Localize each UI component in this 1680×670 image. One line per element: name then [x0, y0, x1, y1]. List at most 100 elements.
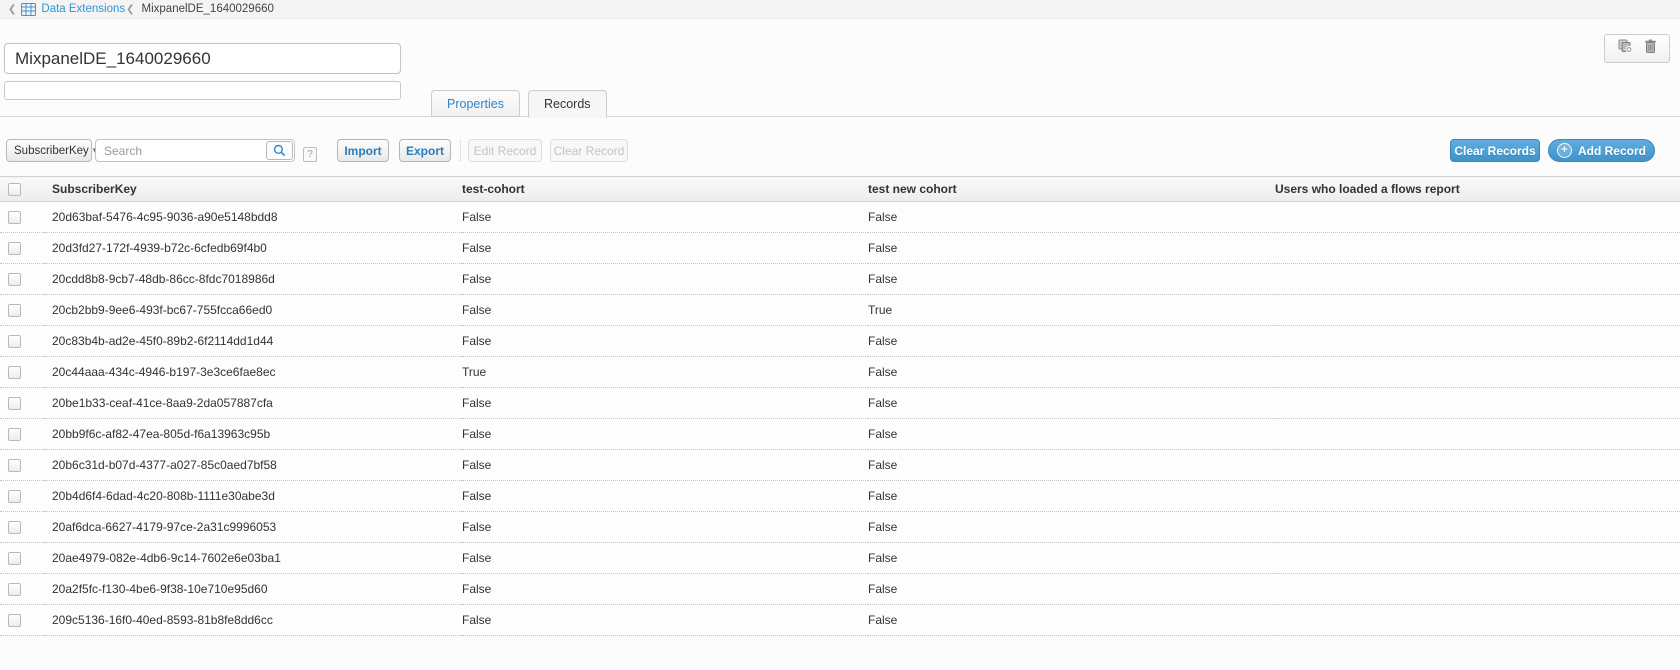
search-button[interactable]: [266, 141, 293, 160]
cell-flows-report: [1275, 450, 1680, 481]
cell-test-new-cohort: False: [868, 264, 1275, 295]
row-checkbox[interactable]: [8, 490, 21, 503]
row-checkbox[interactable]: [8, 242, 21, 255]
cell-subscriber-key: 20b6c31d-b07d-4377-a027-85c0aed7bf58: [44, 450, 462, 481]
cell-test-cohort: False: [462, 326, 868, 357]
data-extension-grid-icon: [21, 3, 36, 16]
cell-test-new-cohort: False: [868, 388, 1275, 419]
column-header-test-new-cohort: test new cohort: [868, 177, 1275, 202]
table-row[interactable]: 20b4d6f4-6dad-4c20-808b-1111e30abe3d Fal…: [0, 481, 1680, 512]
cell-subscriber-key: 20bb9f6c-af82-47ea-805d-f6a13963c95b: [44, 419, 462, 450]
cell-flows-report: [1275, 388, 1680, 419]
table-row[interactable]: 20cb2bb9-9ee6-493f-bc67-755fcca66ed0 Fal…: [0, 295, 1680, 326]
cell-flows-report: [1275, 264, 1680, 295]
cell-flows-report: [1275, 357, 1680, 388]
cell-subscriber-key: 20af6dca-6627-4179-97ce-2a31c9996053: [44, 512, 462, 543]
cell-test-new-cohort: False: [868, 574, 1275, 605]
cell-test-cohort: False: [462, 605, 868, 636]
extension-name-input[interactable]: [4, 43, 401, 74]
plus-icon: +: [1557, 143, 1572, 158]
cell-test-cohort: False: [462, 295, 868, 326]
cell-subscriber-key: 20d63baf-5476-4c95-9036-a90e5148bdd8: [44, 202, 462, 233]
column-header-flows-report: Users who loaded a flows report: [1275, 177, 1680, 202]
table-row[interactable]: 20ae4979-082e-4db6-9c14-7602e6e03ba1 Fal…: [0, 543, 1680, 574]
export-button[interactable]: Export: [399, 139, 451, 162]
tab-properties[interactable]: Properties: [431, 90, 520, 117]
records-table: SubscriberKey test-cohort test new cohor…: [0, 176, 1680, 636]
row-checkbox[interactable]: [8, 552, 21, 565]
row-checkbox[interactable]: [8, 459, 21, 472]
table-row[interactable]: 20a2f5fc-f130-4be6-9f38-10e710e95d60 Fal…: [0, 574, 1680, 605]
cell-test-cohort: False: [462, 264, 868, 295]
cell-flows-report: [1275, 481, 1680, 512]
cell-test-new-cohort: False: [868, 481, 1275, 512]
cell-test-cohort: False: [462, 574, 868, 605]
cell-test-new-cohort: False: [868, 512, 1275, 543]
table-row[interactable]: 20d63baf-5476-4c95-9036-a90e5148bdd8 Fal…: [0, 202, 1680, 233]
cell-test-new-cohort: False: [868, 543, 1275, 574]
row-checkbox[interactable]: [8, 583, 21, 596]
records-table-body: 20d63baf-5476-4c95-9036-a90e5148bdd8 Fal…: [0, 202, 1680, 636]
cell-flows-report: [1275, 543, 1680, 574]
cell-subscriber-key: 20c83b4b-ad2e-45f0-89b2-6f2114dd1d44: [44, 326, 462, 357]
row-checkbox[interactable]: [8, 614, 21, 627]
cell-test-new-cohort: False: [868, 419, 1275, 450]
cell-test-new-cohort: True: [868, 295, 1275, 326]
cell-subscriber-key: 20cdd8b8-9cb7-48db-86cc-8fdc7018986d: [44, 264, 462, 295]
row-checkbox[interactable]: [8, 366, 21, 379]
search-icon: [273, 144, 286, 157]
cell-test-new-cohort: False: [868, 326, 1275, 357]
extension-actions-group[interactable]: [1604, 34, 1670, 63]
search-field-selector[interactable]: SubscriberKey ▾: [6, 139, 92, 162]
add-record-label: Add Record: [1578, 144, 1646, 158]
cell-subscriber-key: 20c44aaa-434c-4946-b197-3e3ce6fae8ec: [44, 357, 462, 388]
search-field-selector-value: SubscriberKey: [14, 145, 89, 157]
clear-records-button[interactable]: Clear Records: [1450, 139, 1540, 162]
table-row[interactable]: 20c44aaa-434c-4946-b197-3e3ce6fae8ec Tru…: [0, 357, 1680, 388]
row-checkbox[interactable]: [8, 397, 21, 410]
cell-flows-report: [1275, 605, 1680, 636]
table-row[interactable]: 20af6dca-6627-4179-97ce-2a31c9996053 Fal…: [0, 512, 1680, 543]
table-row[interactable]: 20b6c31d-b07d-4377-a027-85c0aed7bf58 Fal…: [0, 450, 1680, 481]
import-button[interactable]: Import: [337, 139, 389, 162]
row-checkbox[interactable]: [8, 304, 21, 317]
row-checkbox[interactable]: [8, 428, 21, 441]
cell-test-cohort: True: [462, 357, 868, 388]
cell-test-cohort: False: [462, 233, 868, 264]
copy-icon[interactable]: [1618, 39, 1633, 58]
help-icon[interactable]: ?: [303, 147, 317, 162]
cell-test-new-cohort: False: [868, 450, 1275, 481]
row-checkbox[interactable]: [8, 211, 21, 224]
table-row[interactable]: 20cdd8b8-9cb7-48db-86cc-8fdc7018986d Fal…: [0, 264, 1680, 295]
table-header-row: SubscriberKey test-cohort test new cohor…: [0, 177, 1680, 202]
add-record-button[interactable]: + Add Record: [1548, 139, 1655, 162]
cell-flows-report: [1275, 419, 1680, 450]
back-chevron-icon[interactable]: ❮: [8, 4, 16, 15]
breadcrumb-data-extensions-link[interactable]: Data Extensions: [41, 3, 125, 15]
table-row[interactable]: 209c5136-16f0-40ed-8593-81b8fe8dd6cc Fal…: [0, 605, 1680, 636]
cell-test-cohort: False: [462, 481, 868, 512]
column-header-subscriberkey: SubscriberKey: [44, 177, 462, 202]
clear-record-button: Clear Record: [550, 139, 628, 162]
table-row[interactable]: 20bb9f6c-af82-47ea-805d-f6a13963c95b Fal…: [0, 419, 1680, 450]
cell-subscriber-key: 209c5136-16f0-40ed-8593-81b8fe8dd6cc: [44, 605, 462, 636]
search-input[interactable]: [95, 139, 295, 162]
cell-subscriber-key: 20a2f5fc-f130-4be6-9f38-10e710e95d60: [44, 574, 462, 605]
table-row[interactable]: 20d3fd27-172f-4939-b72c-6cfedb69f4b0 Fal…: [0, 233, 1680, 264]
cell-flows-report: [1275, 202, 1680, 233]
cell-subscriber-key: 20b4d6f4-6dad-4c20-808b-1111e30abe3d: [44, 481, 462, 512]
cell-test-cohort: False: [462, 512, 868, 543]
tab-records[interactable]: Records: [528, 90, 607, 118]
extension-description-input[interactable]: [4, 81, 401, 100]
cell-flows-report: [1275, 295, 1680, 326]
table-row[interactable]: 20c83b4b-ad2e-45f0-89b2-6f2114dd1d44 Fal…: [0, 326, 1680, 357]
row-checkbox[interactable]: [8, 335, 21, 348]
records-toolbar: SubscriberKey ▾ ? Import Export Edit Rec…: [0, 139, 1680, 163]
row-checkbox[interactable]: [8, 521, 21, 534]
table-row[interactable]: 20be1b33-ceaf-41ce-8aa9-2da057887cfa Fal…: [0, 388, 1680, 419]
tab-bar: Properties Records: [431, 90, 607, 117]
row-checkbox[interactable]: [8, 273, 21, 286]
select-all-checkbox[interactable]: [8, 183, 21, 196]
tab-underline: [0, 116, 1680, 117]
delete-trash-icon[interactable]: [1644, 39, 1657, 58]
